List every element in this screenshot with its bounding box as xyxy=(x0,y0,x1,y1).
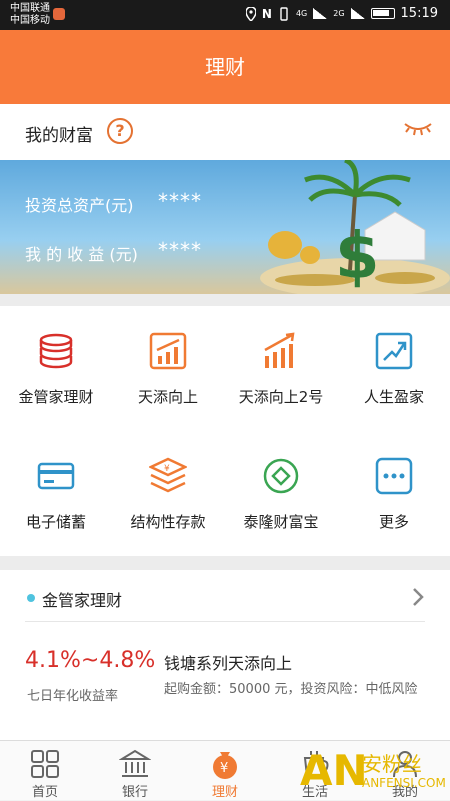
grid-item-label: 泰隆财富宝 xyxy=(243,513,319,531)
income-label: 我 的 收 益 (元) xyxy=(25,245,138,264)
yield-caption: 七日年化收益率 xyxy=(27,689,119,704)
svg-text:¥: ¥ xyxy=(220,761,228,776)
battery-icon xyxy=(370,8,395,19)
total-assets-row: 投资总资产(元) **** xyxy=(25,189,201,216)
tab-label: 理财 xyxy=(211,785,238,800)
grid-item-jinguanjia[interactable]: 金管家理财 xyxy=(0,306,112,431)
network-2-label: 2G xyxy=(333,9,345,18)
signal-2-icon xyxy=(350,8,365,19)
eye-closed-icon[interactable] xyxy=(403,120,433,138)
watermark-url: ANFENSI.COM xyxy=(362,776,446,790)
tab-bank[interactable]: 银行 xyxy=(90,741,180,801)
location-icon xyxy=(245,6,256,21)
product-section: 金管家理财 4.1%~4.8% 七日年化收益率 钱塘系列天添向上 起购金额：50… xyxy=(0,570,450,740)
home-grid-icon xyxy=(31,750,59,778)
banner-illustration: $ xyxy=(260,160,450,294)
notification-icon xyxy=(53,8,65,20)
status-bar: 中国联通 中国移动 N 4G 2G 15:19 xyxy=(0,0,450,30)
clock: 15:19 xyxy=(400,6,438,21)
diamond-circle-icon xyxy=(263,458,299,494)
my-wealth-title: 我的财富 xyxy=(25,126,93,146)
divider xyxy=(0,556,450,570)
grid-item-tiantian-2[interactable]: 天添向上2号 xyxy=(225,306,337,431)
signal-1-icon xyxy=(313,8,328,19)
my-wealth-bar: 我的财富 xyxy=(0,104,450,160)
carrier-2: 中国移动 xyxy=(10,15,50,26)
grid-item-jiegouxing[interactable]: ¥ 结构性存款 xyxy=(112,431,224,556)
nfc-icon: N xyxy=(261,6,272,21)
layers-yen-icon: ¥ xyxy=(149,457,187,493)
grid-item-tiantian[interactable]: 天添向上 xyxy=(112,306,224,431)
carrier-1: 中国联通 xyxy=(10,3,50,14)
function-grid: 金管家理财 天添向上 天添向上2号 人生盈家 电子储蓄 ¥ 结构性存款 泰隆财富… xyxy=(0,306,450,556)
coins-stack-icon xyxy=(39,333,73,369)
divider xyxy=(0,294,450,306)
grid-item-label: 人生盈家 xyxy=(363,388,424,406)
chevron-right-icon[interactable] xyxy=(408,587,428,607)
total-assets-label: 投资总资产(元) xyxy=(25,196,134,215)
section-dot xyxy=(27,594,35,602)
total-assets-value: **** xyxy=(158,189,202,213)
tab-home[interactable]: 首页 xyxy=(0,741,90,801)
grid-item-dianzi[interactable]: 电子储蓄 xyxy=(0,431,112,556)
section-divider xyxy=(25,621,425,622)
product-name[interactable]: 钱塘系列天添向上 xyxy=(164,650,292,674)
grid-item-rensheng[interactable]: 人生盈家 xyxy=(338,306,450,431)
question-circle-icon[interactable]: ? xyxy=(107,118,133,144)
income-row: 我 的 收 益 (元) **** xyxy=(25,238,201,265)
grid-item-label: 天添向上 xyxy=(137,388,198,406)
asset-banner[interactable]: $ 投资总资产(元) **** 我 的 收 益 (元) **** xyxy=(0,160,450,294)
grid-item-label: 天添向上2号 xyxy=(238,388,324,406)
vibrate-icon xyxy=(280,6,288,21)
more-dots-icon xyxy=(375,457,413,495)
bar-chart-icon xyxy=(264,332,295,368)
income-value: **** xyxy=(158,238,202,262)
card-icon xyxy=(37,462,75,490)
grid-item-tailong[interactable]: 泰隆财富宝 xyxy=(225,431,337,556)
grid-item-label: 结构性存款 xyxy=(130,513,206,531)
watermark-logo: AN xyxy=(300,746,368,795)
page-title: 理财 xyxy=(205,55,245,79)
grid-item-label: 金管家理财 xyxy=(18,388,94,406)
carrier-info: 中国联通 中国移动 xyxy=(10,3,50,27)
grid-item-label: 更多 xyxy=(378,513,409,531)
grid-item-more[interactable]: 更多 xyxy=(338,431,450,556)
bank-icon xyxy=(119,749,151,777)
status-icons: N 4G 2G 15:19 xyxy=(245,6,438,21)
yield-rate[interactable]: 4.1%~4.8% xyxy=(25,648,155,673)
section-title: 金管家理财 xyxy=(42,591,123,610)
title-bar: 理财 xyxy=(0,30,450,104)
growth-arrow-icon xyxy=(375,332,413,370)
watermark: AN 安粉丝 ANFENSI.COM xyxy=(300,746,450,800)
network-1-label: 4G xyxy=(295,9,308,18)
money-bag-icon: ¥ xyxy=(213,752,237,779)
trend-chart-icon xyxy=(149,332,187,370)
watermark-name: 安粉丝 xyxy=(362,752,422,776)
product-description: 起购金额：50000 元，投资风险：中低风险 xyxy=(164,682,418,697)
tab-label: 首页 xyxy=(31,785,58,800)
grid-item-label: 电子储蓄 xyxy=(25,513,86,531)
tab-label: 银行 xyxy=(121,785,148,800)
svg-text:¥: ¥ xyxy=(164,464,170,474)
tab-wealth[interactable]: ¥ 理财 xyxy=(180,741,270,801)
